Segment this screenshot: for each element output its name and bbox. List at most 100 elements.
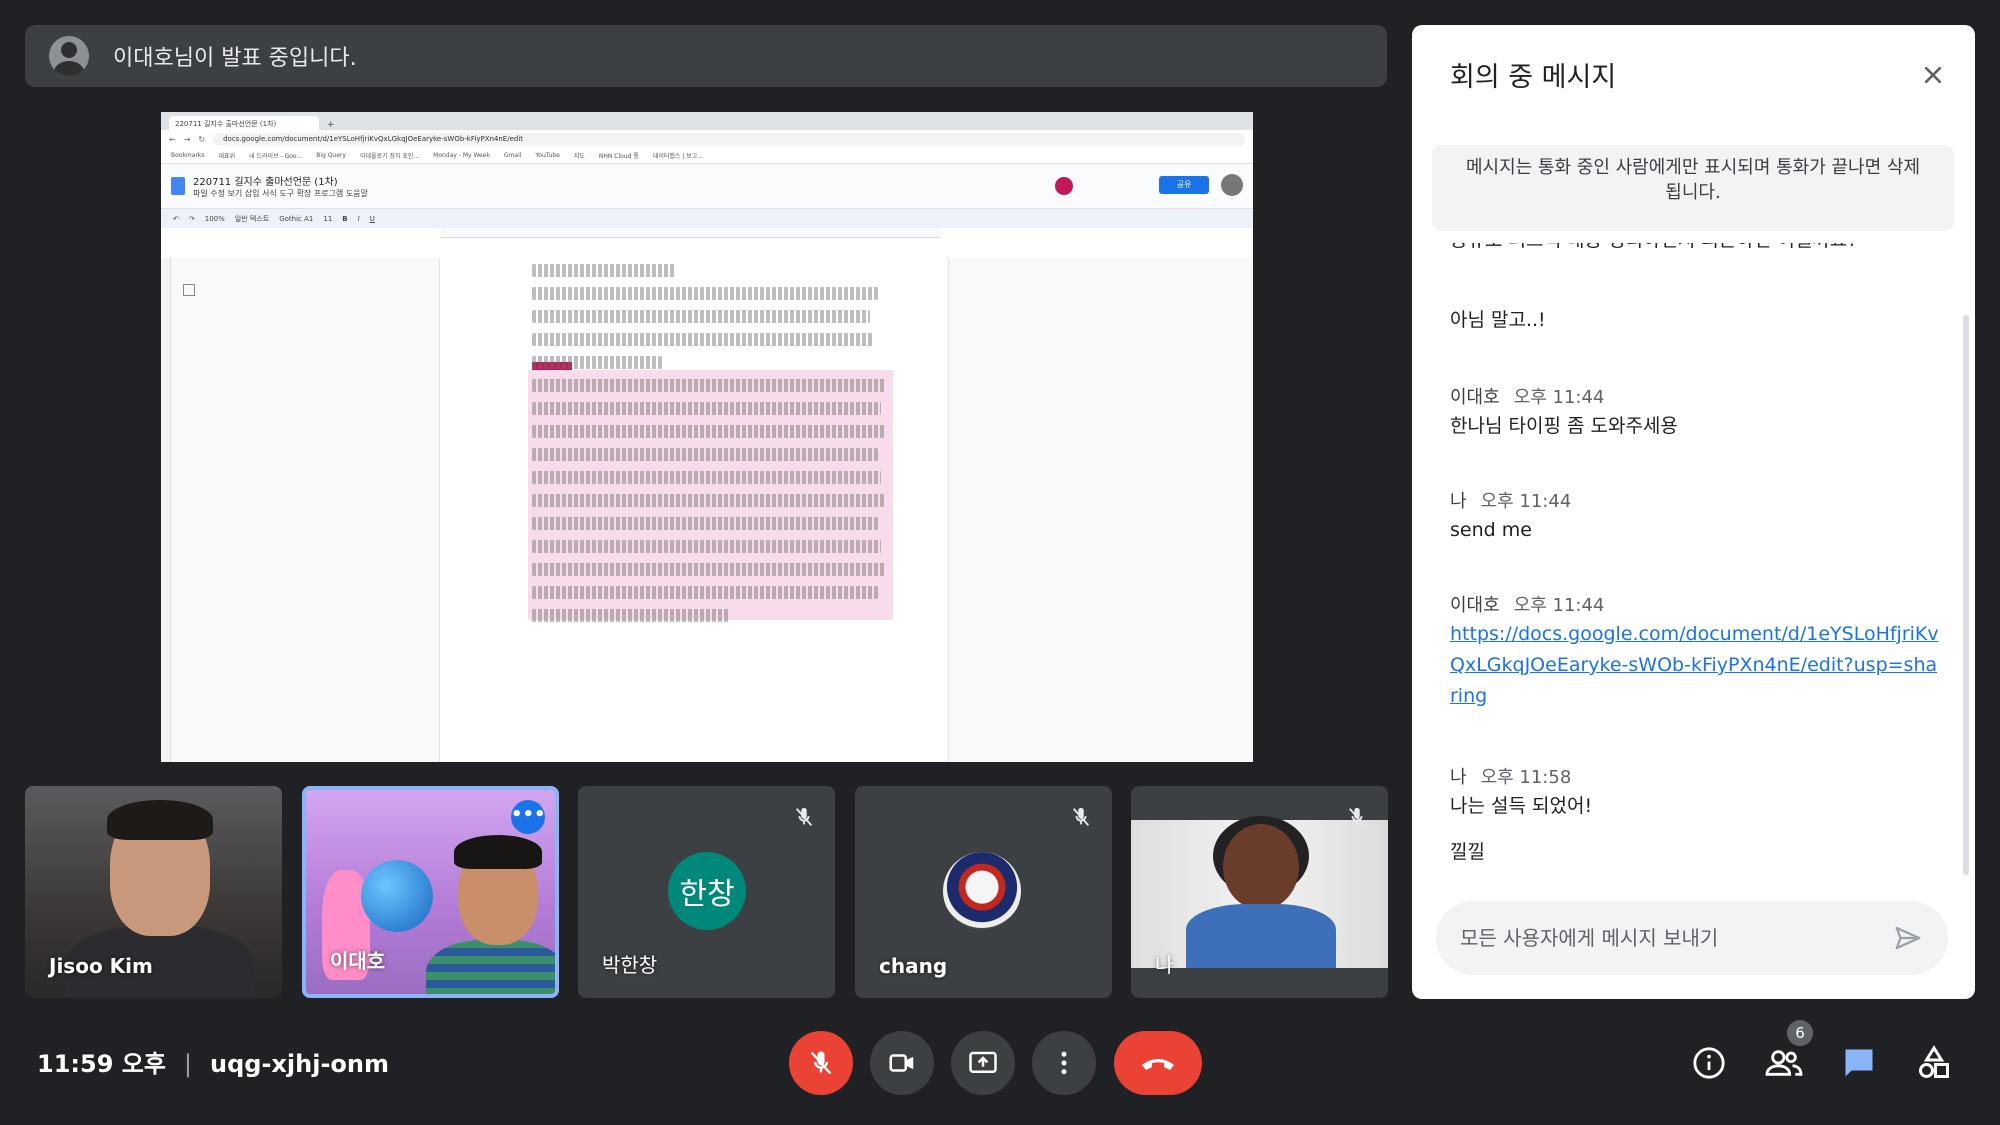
chat-notice: 메시지는 통화 중인 사람에게만 표시되며 통화가 끝나면 삭제됩니다. <box>1432 145 1954 231</box>
browser-address-bar: ← → ↻ docs.google.com/document/d/1eYSLoH… <box>161 130 1253 148</box>
participant-video-body <box>1186 904 1336 968</box>
docs-ruler <box>441 228 941 238</box>
participant-name: 나 <box>1155 953 1174 977</box>
font-select: Gothic A1 <box>279 214 314 223</box>
divider: | <box>183 1050 193 1078</box>
participants-button[interactable] <box>1762 1040 1806 1086</box>
chat-message-time: 오후 11:44 <box>1513 595 1605 616</box>
chat-button[interactable] <box>1837 1040 1881 1086</box>
mic-off-icon <box>810 1051 832 1075</box>
chat-message-sender: 이대호 <box>1450 387 1500 408</box>
chat-message: 나 오후 11:44 send me <box>1450 487 1940 546</box>
presenter-avatar <box>49 36 89 76</box>
camera-toggle-button[interactable] <box>870 1031 934 1095</box>
chat-input-box <box>1436 901 1948 975</box>
doc-line <box>532 563 885 576</box>
doc-line <box>532 287 878 300</box>
italic-icon: I <box>357 214 360 223</box>
participants-count-badge: 6 <box>1787 1020 1813 1046</box>
mic-off-icon <box>1340 800 1374 834</box>
participant-name: chang <box>879 954 948 978</box>
meeting-details-button[interactable] <box>1687 1040 1731 1086</box>
leave-call-button[interactable] <box>1114 1031 1202 1095</box>
doc-line <box>532 540 882 553</box>
camera-icon <box>889 1054 914 1072</box>
participant-tile-lee-daeho[interactable]: ••• 이대호 <box>302 786 559 998</box>
doc-line <box>532 379 885 392</box>
browser-tab: 220711 길지수 출마선언문 (1차) <box>169 116 319 130</box>
outline-icon <box>183 284 195 296</box>
doc-line <box>532 333 874 346</box>
participant-video-hair <box>454 835 542 869</box>
doc-line <box>532 402 882 415</box>
docs-user-avatar <box>1221 174 1243 196</box>
doc-line <box>532 356 662 369</box>
mic-off-icon <box>1064 800 1098 834</box>
underline-icon: U <box>369 214 375 223</box>
chat-message-sender: 이대호 <box>1450 595 1500 616</box>
bookmarks-bar: Bookmarks 대표위 내 드라이브 - Goo... Big Query … <box>161 148 1253 164</box>
chat-message: 나 오후 11:58 나는 설득 되었어! <box>1450 763 1940 822</box>
bookmark-item: Bookmarks <box>171 152 205 159</box>
docs-canvas <box>161 258 1253 762</box>
chat-message-text: 나는 설득 되었어! <box>1450 795 1593 817</box>
doc-line <box>532 264 676 277</box>
undo-icon: ↶ <box>173 214 179 223</box>
meeting-code: uqg-xjhj-onm <box>210 1050 389 1078</box>
url-field: docs.google.com/document/d/1eYSLoHfjriKv… <box>213 132 1245 146</box>
participant-tile-jisoo-kim[interactable]: Jisoo Kim <box>25 786 282 998</box>
chat-message-text: send me <box>1450 519 1532 541</box>
bookmark-item: 내 드라이브 - Goo... <box>249 153 303 160</box>
more-options-icon[interactable]: ••• <box>511 800 546 834</box>
info-icon <box>1693 1047 1725 1079</box>
present-screen-button[interactable] <box>951 1031 1015 1095</box>
bookmark-item: 데이터랩스 | 보고... <box>652 153 704 160</box>
mic-toggle-button[interactable] <box>789 1031 853 1095</box>
chat-message-link[interactable]: https://docs.google.com/document/d/1eYSL… <box>1450 623 1939 707</box>
docs-header: 220711 길지수 출마선언문 (1차) 파일 수정 보기 삽입 서식 도구 … <box>161 164 1253 208</box>
chat-messages: 공유도 퍼드백 내용 정리하던지 의논하던 어떨까요? 아님 말고..! 이대호… <box>1450 243 1940 883</box>
participant-name: Jisoo Kim <box>49 954 153 978</box>
docs-share-button: 공유 <box>1159 176 1209 194</box>
chat-panel-title: 회의 중 메시지 <box>1450 62 1617 93</box>
participant-tile-park-hanchang[interactable]: 한창 박한창 <box>578 786 835 998</box>
activities-icon <box>1919 1045 1949 1078</box>
chat-message-sender: 나 <box>1450 491 1467 512</box>
participant-name: 박한창 <box>602 953 658 977</box>
bookmark-item: NHN Cloud 통 <box>598 153 639 160</box>
chat-message-time: 오후 11:44 <box>1480 491 1572 512</box>
doc-line <box>532 425 885 438</box>
back-icon: ← <box>169 134 176 144</box>
activities-button[interactable] <box>1912 1040 1956 1086</box>
participant-tile-chang[interactable]: chang <box>855 786 1112 998</box>
avatar: 한창 <box>668 852 746 930</box>
doc-title: 220711 길지수 출마선언문 (1차) <box>193 177 338 188</box>
doc-line <box>532 494 885 507</box>
chat-scrollbar[interactable] <box>1963 315 1969 875</box>
presenter-banner-text: 이대호님이 발표 중입니다. <box>113 46 357 71</box>
close-icon[interactable] <box>1913 55 1953 95</box>
more-options-button[interactable] <box>1032 1031 1096 1095</box>
browser-tab-strip: 220711 길지수 출마선언문 (1차) + <box>161 112 1253 130</box>
participant-video-hair <box>107 800 213 840</box>
chat-message-time: 오후 11:58 <box>1480 767 1572 788</box>
send-icon[interactable] <box>1888 918 1928 958</box>
current-time: 11:59 오후 <box>37 1050 166 1078</box>
participant-tile-me[interactable]: 나 <box>1131 786 1388 998</box>
forward-icon: → <box>183 134 191 144</box>
bookmark-item: Gmail <box>503 152 522 159</box>
style-select: 일반 텍스트 <box>234 214 270 223</box>
chat-message-input[interactable] <box>1460 926 1888 950</box>
presenter-banner: 이대호님이 발표 중입니다. <box>25 25 1387 87</box>
font-size: 11 <box>323 214 333 223</box>
participant-video-face <box>1223 824 1299 910</box>
more-vert-icon <box>1061 1051 1067 1075</box>
doc-page <box>439 258 949 762</box>
participant-name: 이대호 <box>330 949 386 973</box>
doc-line <box>532 517 878 530</box>
doc-line <box>532 609 730 622</box>
chat-message-text: 한나님 타이핑 좀 도와주세용 <box>1450 415 1678 437</box>
doc-text-lines <box>532 264 892 632</box>
shared-screen: 220711 길지수 출마선언문 (1차) + ← → ↻ docs.googl… <box>161 112 1253 762</box>
chat-message-text: 낄낄 <box>1450 841 1485 863</box>
